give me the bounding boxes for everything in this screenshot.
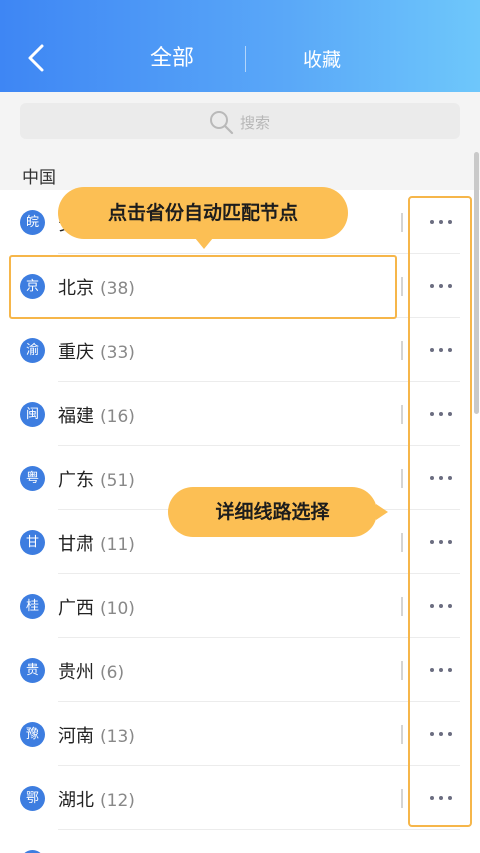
province-label: 福建 (16) bbox=[58, 402, 135, 428]
province-count: (13) bbox=[100, 727, 135, 747]
province-badge: 甘 bbox=[20, 530, 45, 555]
province-name: 重庆 bbox=[58, 342, 94, 363]
row-separator bbox=[401, 213, 403, 232]
tab-divider bbox=[245, 46, 246, 72]
province-badge: 闽 bbox=[20, 402, 45, 427]
tooltip-auto-match: 点击省份自动匹配节点 bbox=[58, 187, 348, 249]
province-name: 甘肃 bbox=[58, 534, 94, 555]
tooltip-route-select: 详细线路选择 bbox=[168, 487, 388, 537]
row-separator bbox=[401, 341, 403, 360]
province-label: 重庆 (33) bbox=[58, 338, 135, 364]
province-name: 广东 bbox=[58, 470, 94, 491]
province-name: 福建 bbox=[58, 406, 94, 427]
province-badge: 桂 bbox=[20, 594, 45, 619]
province-badge: 皖 bbox=[20, 210, 45, 235]
row-separator bbox=[401, 789, 403, 808]
province-label: 广西 (10) bbox=[58, 594, 135, 620]
search-bar-container: 搜索 bbox=[0, 92, 480, 154]
province-name: 河南 bbox=[58, 726, 94, 747]
province-label: 甘肃 (11) bbox=[58, 530, 135, 556]
scrollbar[interactable] bbox=[474, 152, 479, 414]
province-badge: 粤 bbox=[20, 466, 45, 491]
row-separator bbox=[401, 725, 403, 744]
list-item bbox=[0, 830, 480, 853]
province-label: 贵州 (6) bbox=[58, 658, 124, 684]
province-label: 河南 (13) bbox=[58, 722, 135, 748]
province-label: 湖北 (12) bbox=[58, 786, 135, 812]
highlight-province-row bbox=[9, 255, 397, 319]
top-bar: 全部 收藏 bbox=[0, 0, 480, 92]
tab-favorites[interactable]: 收藏 bbox=[282, 45, 362, 72]
province-label: 广东 (51) bbox=[58, 466, 135, 492]
section-title: 中国 bbox=[22, 168, 56, 188]
province-name: 贵州 bbox=[58, 662, 94, 683]
province-count: (16) bbox=[100, 407, 135, 427]
highlight-more-column bbox=[408, 196, 472, 827]
province-count: (10) bbox=[100, 599, 135, 619]
row-separator bbox=[401, 597, 403, 616]
province-name: 广西 bbox=[58, 598, 94, 619]
province-badge: 豫 bbox=[20, 722, 45, 747]
province-badge: 鄂 bbox=[20, 786, 45, 811]
province-name: 湖北 bbox=[58, 790, 94, 811]
row-separator bbox=[401, 469, 403, 488]
row-separator bbox=[401, 533, 403, 552]
row-separator bbox=[401, 661, 403, 680]
search-icon bbox=[210, 111, 234, 135]
tab-all[interactable]: 全部 bbox=[122, 40, 222, 72]
chevron-left-icon bbox=[28, 44, 44, 72]
province-badge: 贵 bbox=[20, 658, 45, 683]
row-separator bbox=[401, 277, 403, 296]
province-count: (12) bbox=[100, 791, 135, 811]
province-count: (6) bbox=[100, 663, 125, 683]
back-button[interactable] bbox=[22, 38, 52, 78]
province-count: (51) bbox=[100, 471, 135, 491]
province-badge: 渝 bbox=[20, 338, 45, 363]
search-placeholder: 搜索 bbox=[240, 114, 271, 132]
province-count: (33) bbox=[100, 343, 135, 363]
row-separator bbox=[401, 405, 403, 424]
province-count: (11) bbox=[100, 535, 135, 555]
search-input[interactable]: 搜索 bbox=[20, 103, 460, 139]
